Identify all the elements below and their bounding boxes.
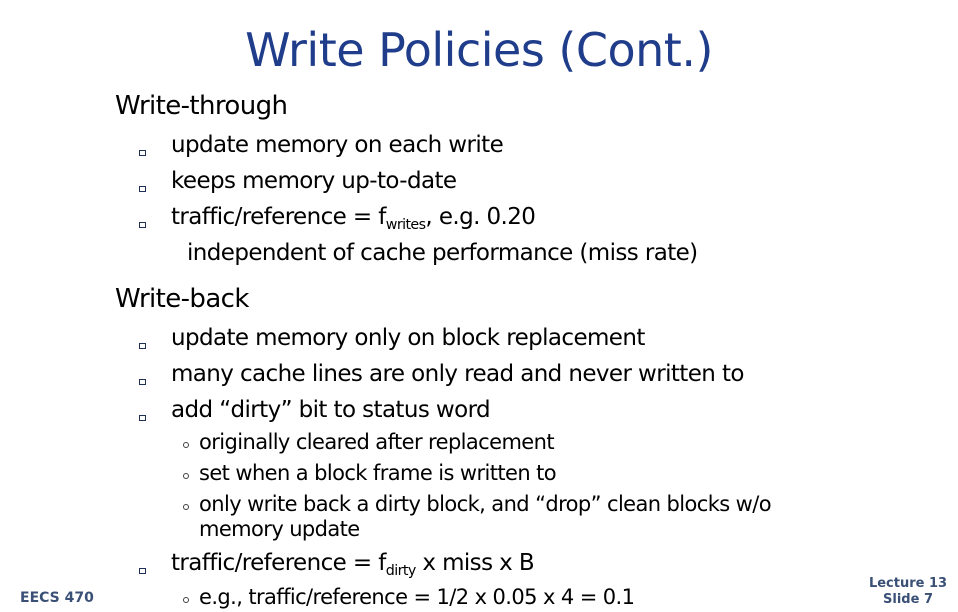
circle-bullet-icon	[183, 597, 189, 603]
sub-bullet-text: originally cleared after replacement	[199, 430, 555, 454]
lecture-label: Lecture 13	[868, 576, 948, 591]
formula-prefix: traffic/reference = f	[171, 204, 386, 230]
course-label: EECS 470	[20, 590, 94, 606]
bullet-text: update memory on each write	[171, 132, 504, 158]
section-heading-write-through: Write-through	[115, 91, 288, 121]
slide-title: Write Policies (Cont.)	[245, 23, 713, 77]
formula-subscript: writes	[385, 216, 426, 233]
slide-label: Slide 7	[883, 592, 933, 607]
sub-bullet-text: only write back a dirty block, and “drop…	[199, 492, 772, 516]
formula-subscript: dirty	[385, 562, 416, 579]
circle-bullet-icon	[183, 473, 189, 479]
bullet-text: many cache lines are only read and never…	[171, 361, 744, 387]
bullet-text: add “dirty” bit to status word	[171, 397, 491, 423]
bullet-text: keeps memory up-to-date	[171, 168, 457, 194]
formula-prefix: traffic/reference = f	[171, 550, 386, 576]
circle-bullet-icon	[183, 504, 189, 510]
square-bullet-icon	[139, 186, 146, 192]
square-bullet-icon	[139, 415, 146, 421]
square-bullet-icon	[139, 222, 146, 228]
formula-suffix: , e.g. 0.20	[425, 204, 536, 230]
sub-bullet-text: e.g., traffic/reference = 1/2 x 0.05 x 4…	[199, 585, 635, 609]
bullet-formula-dirty: traffic/reference = fdirty x miss x B	[171, 548, 535, 579]
slide-number: Lecture 13 Slide 7	[862, 576, 954, 608]
section-heading-write-back: Write-back	[115, 284, 249, 314]
sub-bullet-text: set when a block frame is written to	[199, 461, 557, 485]
square-bullet-icon	[139, 150, 146, 156]
square-bullet-icon	[139, 568, 146, 574]
bullet-text: update memory only on block replacement	[171, 325, 645, 351]
square-bullet-icon	[139, 379, 146, 385]
circle-bullet-icon	[183, 442, 189, 448]
bullet-continuation: independent of cache performance (miss r…	[187, 240, 698, 266]
formula-suffix: x miss x B	[415, 550, 535, 576]
sub-bullet-continuation: memory update	[199, 517, 360, 541]
square-bullet-icon	[139, 343, 146, 349]
bullet-formula-writes: traffic/reference = fwrites, e.g. 0.20	[171, 202, 536, 233]
